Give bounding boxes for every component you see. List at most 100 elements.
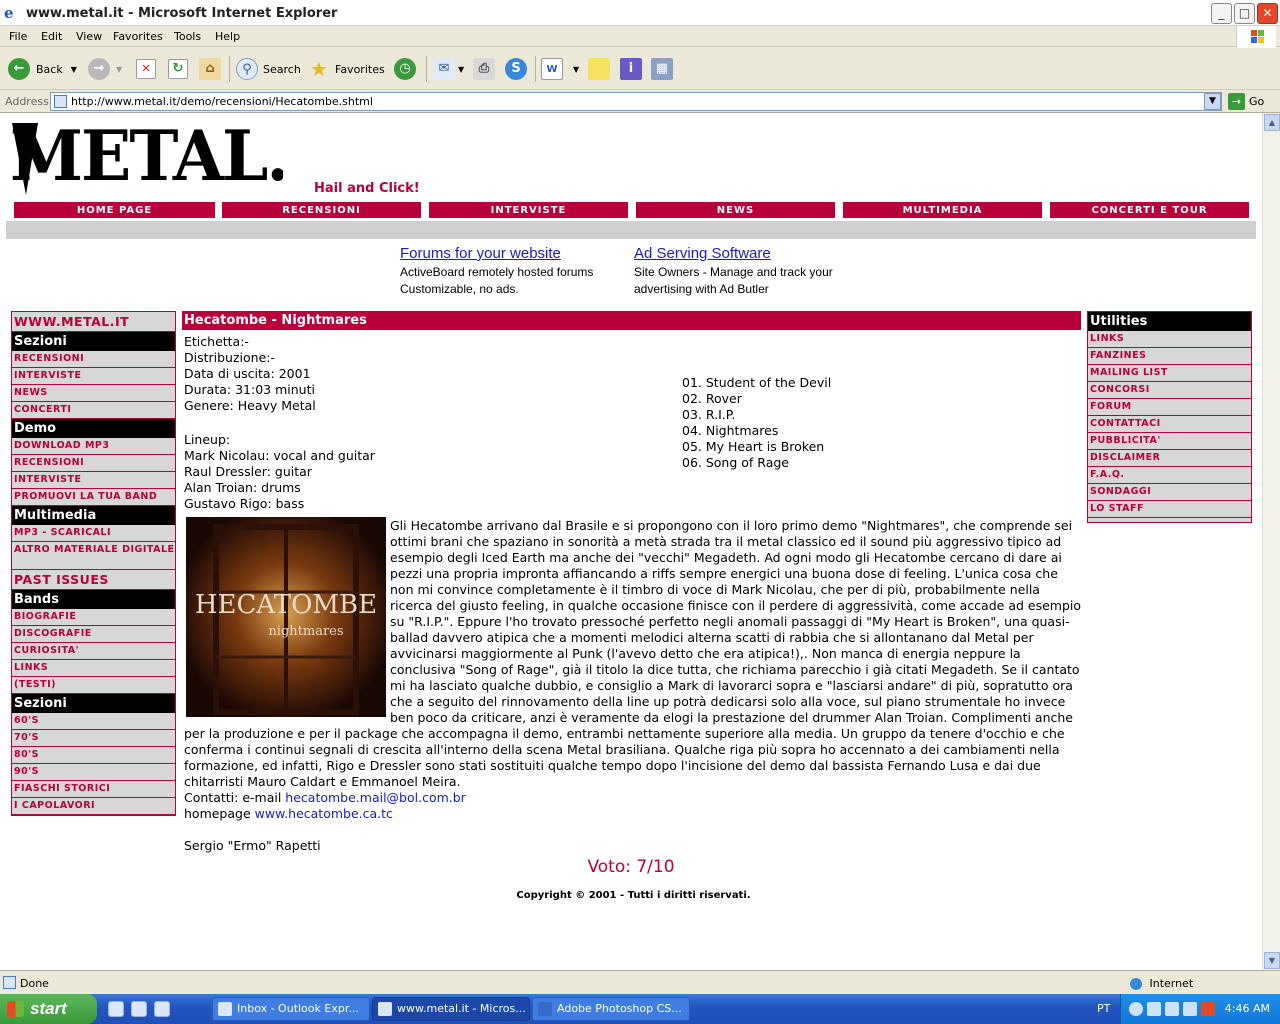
- tray-network-icon[interactable]: [1147, 1002, 1161, 1016]
- sidebar-item[interactable]: (TESTI): [12, 677, 175, 694]
- sidebar-item[interactable]: LINKS: [12, 660, 175, 677]
- utilities-item[interactable]: LINKS: [1088, 331, 1251, 348]
- sidebar-item[interactable]: BIOGRAFIE: [12, 609, 175, 626]
- close-button[interactable]: ✕: [1257, 3, 1278, 24]
- sidebar-item[interactable]: CONCERTI: [12, 402, 175, 419]
- quicklaunch-outlook-icon[interactable]: [154, 1001, 170, 1017]
- scroll-down-icon[interactable]: ▼: [1264, 952, 1280, 969]
- nav-multimedia[interactable]: MULTIMEDIA: [842, 201, 1043, 219]
- status-text: Done: [20, 977, 49, 990]
- tagline: Hail and Click!: [314, 181, 420, 196]
- sidebar-item[interactable]: 80'S: [12, 747, 175, 764]
- track-list: 01. Student of the Devil 02. Rover 03. R…: [682, 375, 831, 471]
- favorites-button[interactable]: ★ Favorites: [308, 56, 385, 82]
- tray-volume-icon[interactable]: [1183, 1002, 1197, 1016]
- email-link[interactable]: hecatombe.mail@bol.com.br: [285, 790, 466, 805]
- messenger-button[interactable]: S: [505, 56, 527, 82]
- sidebar-item[interactable]: DOWNLOAD MP3: [12, 438, 175, 455]
- nav-home[interactable]: HOME PAGE: [13, 201, 216, 219]
- utilities-item[interactable]: DISCLAIMER: [1088, 450, 1251, 467]
- quicklaunch-ie-icon[interactable]: [131, 1001, 147, 1017]
- track: 05. My Heart is Broken: [682, 439, 825, 454]
- home-button[interactable]: ⌂: [199, 56, 221, 82]
- sidebar-item[interactable]: MP3 - SCARICALI: [12, 525, 175, 542]
- sidebar-item[interactable]: NEWS: [12, 385, 175, 402]
- tray-chevron-icon[interactable]: [1129, 1002, 1143, 1016]
- menu-file[interactable]: File: [9, 30, 27, 43]
- sidebar-item[interactable]: RECENSIONI: [12, 455, 175, 472]
- tray-messenger-icon[interactable]: [1165, 1002, 1179, 1016]
- sidebar-item[interactable]: ALTRO MATERIALE DIGITALE: [12, 542, 175, 570]
- utilities-heading: Utilities: [1088, 312, 1251, 331]
- tray-app-icon[interactable]: [1201, 1002, 1215, 1016]
- sidebar-item[interactable]: 90'S: [12, 764, 175, 781]
- utilities-sidebar: Utilities LINKS FANZINES MAILING LIST CO…: [1087, 311, 1252, 523]
- utilities-item[interactable]: CONCORSI: [1088, 382, 1251, 399]
- nav-concerti[interactable]: CONCERTI E TOUR: [1049, 201, 1250, 219]
- toolbar: ← Back ▼ → ▼ ✕ ↻ ⌂ ⚲ Search ★ Favorites …: [0, 48, 1280, 90]
- language-indicator[interactable]: PT: [1097, 1002, 1110, 1015]
- mail-button[interactable]: ✉ ▼: [433, 56, 464, 82]
- forward-button[interactable]: → ▼: [88, 56, 122, 82]
- maximize-button[interactable]: □: [1234, 3, 1255, 24]
- media-button[interactable]: ▦: [651, 56, 673, 82]
- task-photoshop[interactable]: Adobe Photoshop CS...: [532, 997, 690, 1021]
- sidebar-item[interactable]: PROMUOVI LA TUA BAND: [12, 489, 175, 506]
- ad-adserving-link[interactable]: Ad Serving Software: [634, 245, 864, 262]
- stop-button[interactable]: ✕: [136, 56, 156, 82]
- sidebar-brand[interactable]: WWW.METAL.IT: [12, 312, 175, 332]
- nav-recensioni[interactable]: RECENSIONI: [221, 201, 422, 219]
- research-button[interactable]: i: [620, 56, 642, 82]
- print-icon: ⎙: [473, 58, 495, 80]
- notes-button[interactable]: [588, 56, 610, 82]
- utilities-item[interactable]: MAILING LIST: [1088, 365, 1251, 382]
- address-dropdown[interactable]: ▼: [1204, 93, 1221, 110]
- sidebar-item[interactable]: 70'S: [12, 730, 175, 747]
- vertical-scrollbar[interactable]: ▲ ▼: [1262, 113, 1280, 970]
- utilities-item[interactable]: FANZINES: [1088, 348, 1251, 365]
- track: 04. Nightmares: [682, 423, 779, 438]
- sidebar-item[interactable]: INTERVISTE: [12, 368, 175, 385]
- search-icon: ⚲: [236, 58, 258, 80]
- menu-view[interactable]: View: [76, 30, 102, 43]
- ad-forums-link[interactable]: Forums for your website: [400, 245, 630, 262]
- nav-interviste[interactable]: INTERVISTE: [428, 201, 629, 219]
- refresh-button[interactable]: ↻: [168, 56, 188, 82]
- chevron-down-icon: ▼: [458, 64, 465, 74]
- sidebar-item[interactable]: INTERVISTE: [12, 472, 175, 489]
- sidebar-past-issues[interactable]: PAST ISSUES: [12, 570, 175, 590]
- utilities-item[interactable]: SONDAGGI: [1088, 484, 1251, 501]
- sidebar-item[interactable]: CURIOSITA': [12, 643, 175, 660]
- utilities-item[interactable]: F.A.Q.: [1088, 467, 1251, 484]
- menu-help[interactable]: Help: [215, 30, 240, 43]
- search-button[interactable]: ⚲ Search: [236, 56, 301, 82]
- site-logo[interactable]: METAL.IT: [8, 114, 367, 197]
- quicklaunch-desktop-icon[interactable]: [108, 1001, 124, 1017]
- utilities-item[interactable]: PUBBLICITA': [1088, 433, 1251, 450]
- edit-button[interactable]: W ▼: [541, 56, 579, 82]
- sidebar-item[interactable]: RECENSIONI: [12, 351, 175, 368]
- task-outlook[interactable]: Inbox - Outlook Expr...: [212, 997, 370, 1021]
- sidebar-item[interactable]: DISCOGRAFIE: [12, 626, 175, 643]
- status-bar: Done Internet: [0, 970, 1280, 994]
- minimize-button[interactable]: _: [1211, 3, 1232, 24]
- history-button[interactable]: ◷: [394, 56, 416, 82]
- menu-tools[interactable]: Tools: [174, 30, 201, 43]
- sidebar-item[interactable]: FIASCHI STORICI: [12, 781, 175, 798]
- nav-news[interactable]: NEWS: [635, 201, 836, 219]
- print-button[interactable]: ⎙: [473, 56, 495, 82]
- address-input[interactable]: http://www.metal.it/demo/recensioni/Heca…: [50, 92, 1222, 111]
- sidebar-item[interactable]: 60'S: [12, 713, 175, 730]
- utilities-item[interactable]: LO STAFF: [1088, 501, 1251, 518]
- task-ie[interactable]: www.metal.it - Micros...: [372, 997, 530, 1021]
- sidebar-item[interactable]: I CAPOLAVORI: [12, 798, 175, 815]
- go-button[interactable]: → Go: [1228, 93, 1264, 110]
- menu-edit[interactable]: Edit: [41, 30, 62, 43]
- utilities-item[interactable]: FORUM: [1088, 399, 1251, 416]
- homepage-link[interactable]: www.hecatombe.ca.tc: [255, 806, 393, 821]
- scroll-up-icon[interactable]: ▲: [1264, 114, 1280, 131]
- back-button[interactable]: ← Back ▼: [8, 56, 77, 82]
- start-button[interactable]: start: [0, 994, 97, 1024]
- menu-favorites[interactable]: Favorites: [113, 30, 163, 43]
- utilities-item[interactable]: CONTATTACI: [1088, 416, 1251, 433]
